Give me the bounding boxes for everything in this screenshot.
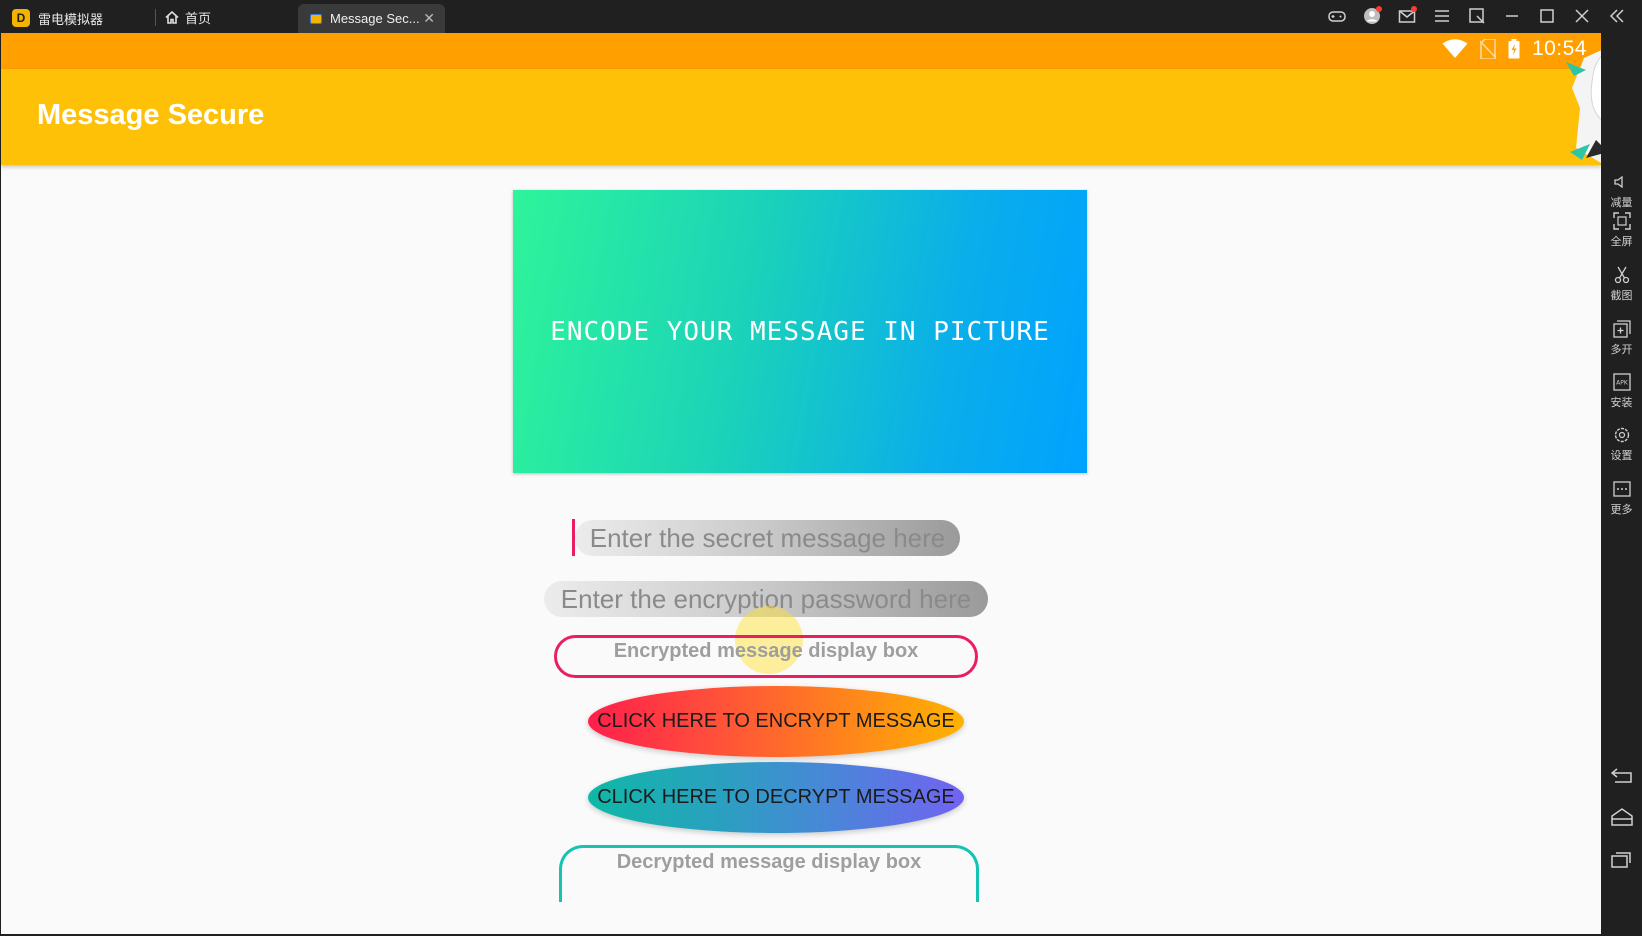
volume-down-icon xyxy=(1613,175,1623,189)
sidebar-label: 多开 xyxy=(1610,343,1633,356)
tab-close-icon[interactable]: ✕ xyxy=(423,10,435,27)
close-window-icon[interactable] xyxy=(1573,7,1591,25)
sidebar-label: 减量 xyxy=(1610,196,1633,209)
minimize-icon[interactable] xyxy=(1503,7,1521,25)
multi-instance-icon xyxy=(1612,320,1631,338)
home-nav-icon[interactable] xyxy=(1611,808,1633,826)
tab-home[interactable]: 首页 xyxy=(165,7,211,27)
tab-divider xyxy=(155,9,156,26)
secret-message-placeholder: Enter the secret message here xyxy=(589,522,946,553)
home-icon xyxy=(165,10,179,24)
sidebar-settings[interactable]: 设置 xyxy=(1601,426,1642,463)
mail-notification-dot xyxy=(1411,6,1417,12)
settings-gear-icon xyxy=(1614,427,1629,443)
app-favicon-icon xyxy=(310,13,322,24)
maximize-icon[interactable] xyxy=(1538,7,1556,25)
sidebar-label: 更多 xyxy=(1610,503,1633,516)
mail-icon[interactable] xyxy=(1398,6,1417,25)
sidebar-multi-instance[interactable]: 多开 xyxy=(1601,320,1642,357)
collapse-sidebar-icon[interactable] xyxy=(1608,7,1626,25)
notification-dot xyxy=(1376,6,1382,12)
sidebar-install-apk[interactable]: APK 安装 xyxy=(1601,373,1642,410)
window-controls xyxy=(1328,6,1626,25)
decrypt-button[interactable]: CLICK HERE TO DECRYPT MESSAGE xyxy=(588,762,964,833)
secret-message-input[interactable]: Enter the secret message here xyxy=(575,520,960,556)
battery-charging-icon xyxy=(1508,39,1520,59)
sidebar-label: 安装 xyxy=(1610,396,1633,409)
screen-bottom-fill xyxy=(1,902,1601,935)
sidebar-volume-down[interactable]: 减量 xyxy=(1601,173,1642,210)
android-screen: 10:54 Message Secure ENCODE YOUR MESSAGE… xyxy=(1,33,1601,935)
account-icon[interactable] xyxy=(1363,6,1382,25)
decrypted-message-box[interactable]: Decrypted message display box xyxy=(559,845,979,905)
sidebar-label: 截图 xyxy=(1610,289,1633,302)
sidebar-screenshot[interactable]: 截图 xyxy=(1601,266,1642,303)
apk-install-icon: APK xyxy=(1612,373,1631,391)
status-bar: 10:54 xyxy=(1,33,1601,69)
sidebar-fullscreen[interactable]: 全屏 xyxy=(1601,212,1642,249)
banner-text: ENCODE YOUR MESSAGE IN PICTURE xyxy=(550,316,1050,347)
tab-home-label: 首页 xyxy=(185,10,212,26)
decrypt-button-label: CLICK HERE TO DECRYPT MESSAGE xyxy=(597,786,955,808)
back-icon[interactable] xyxy=(1611,766,1633,784)
scissors-icon xyxy=(1614,266,1629,284)
more-icon xyxy=(1612,481,1631,497)
sidebar-label: 全屏 xyxy=(1610,235,1633,248)
encrypt-button[interactable]: CLICK HERE TO ENCRYPT MESSAGE xyxy=(588,686,964,757)
app-title: Message Secure xyxy=(37,99,265,131)
recent-apps-icon[interactable] xyxy=(1611,850,1633,868)
svg-text:APK: APK xyxy=(1616,380,1629,387)
wifi-icon xyxy=(1442,39,1468,58)
sidebar-more[interactable]: 更多 xyxy=(1601,480,1642,517)
emulator-logo-icon: D xyxy=(12,9,30,27)
gamepad-icon[interactable] xyxy=(1328,7,1346,25)
pin-window-icon[interactable] xyxy=(1468,7,1486,25)
fullscreen-icon xyxy=(1612,212,1631,230)
header-banner: ENCODE YOUR MESSAGE IN PICTURE xyxy=(513,190,1087,473)
encrypted-message-box[interactable]: Encrypted message display box xyxy=(554,635,978,678)
menu-icon[interactable] xyxy=(1433,7,1451,25)
encrypted-message-label: Encrypted message display box xyxy=(613,640,919,662)
tab-message-secure[interactable]: Message Sec... ✕ xyxy=(298,4,445,33)
decrypted-message-label: Decrypted message display box xyxy=(616,851,922,873)
sidebar-label: 设置 xyxy=(1610,449,1633,462)
app-bar: Message Secure xyxy=(1,69,1601,165)
emulator-sidebar: 减量 全屏 截图 多开 APK 安装 设置 更多 xyxy=(1601,33,1642,936)
no-sim-icon xyxy=(1479,39,1496,59)
tab-active-label: Message Sec... xyxy=(330,11,420,26)
emulator-title-bar: D 雷电模拟器 首页 Message Sec... ✕ xyxy=(0,0,1642,33)
encrypt-button-label: CLICK HERE TO ENCRYPT MESSAGE xyxy=(597,710,955,732)
emulator-app-name: 雷电模拟器 xyxy=(38,12,104,27)
